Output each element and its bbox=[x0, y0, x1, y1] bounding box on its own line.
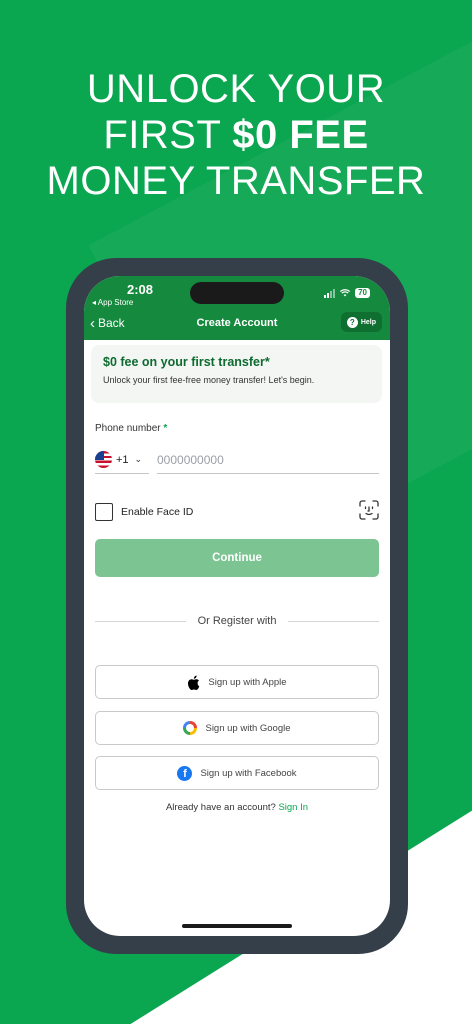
back-to-app-store[interactable]: ◂ App Store bbox=[92, 298, 133, 307]
facebook-icon: f bbox=[177, 765, 193, 781]
or-register-divider: Or Register with bbox=[95, 614, 380, 628]
sign-in-row: Already have an account? Sign In bbox=[84, 802, 390, 813]
back-button[interactable]: ‹ Back bbox=[90, 316, 125, 331]
sign-up-facebook-button[interactable]: f Sign up with Facebook bbox=[95, 756, 379, 790]
phone-frame: 2:08 ◂ App Store 70 ‹ Back Create Accoun… bbox=[66, 258, 408, 954]
sign-up-apple-button[interactable]: Sign up with Apple bbox=[95, 665, 379, 699]
headline-line-2-bold: $0 FEE bbox=[232, 113, 369, 157]
phone-number-label: Phone number * bbox=[95, 423, 167, 434]
sign-in-link[interactable]: Sign In bbox=[278, 802, 308, 813]
sign-up-google-label: Sign up with Google bbox=[205, 722, 291, 734]
divider-text: Or Register with bbox=[197, 615, 277, 627]
status-icons: 70 bbox=[324, 288, 370, 298]
wifi-icon bbox=[340, 289, 351, 297]
dynamic-island bbox=[190, 282, 284, 304]
sign-up-facebook-label: Sign up with Facebook bbox=[200, 767, 297, 779]
country-code-selector[interactable]: +1 ⌄ bbox=[95, 446, 149, 474]
us-flag-icon bbox=[95, 451, 112, 468]
help-label: Help bbox=[360, 318, 376, 326]
back-label: Back bbox=[98, 316, 125, 330]
apple-icon bbox=[188, 675, 200, 690]
phone-screen: 2:08 ◂ App Store 70 ‹ Back Create Accoun… bbox=[84, 276, 390, 936]
face-id-icon bbox=[359, 500, 379, 520]
divider-line-right bbox=[288, 620, 380, 622]
home-indicator[interactable] bbox=[182, 924, 292, 928]
cellular-signal-icon bbox=[324, 288, 336, 298]
chevron-left-icon: ‹ bbox=[90, 314, 95, 332]
status-time: 2:08 bbox=[127, 282, 154, 297]
phone-label-text: Phone number bbox=[95, 423, 161, 434]
promo-subtitle: Unlock your first fee-free money transfe… bbox=[103, 375, 315, 385]
sign-in-prompt: Already have an account? bbox=[165, 802, 279, 813]
app-header: 2:08 ◂ App Store 70 ‹ Back Create Accoun… bbox=[84, 276, 390, 340]
divider-line-left bbox=[95, 620, 186, 622]
headline-line-2-prefix: FIRST bbox=[103, 113, 233, 157]
promo-headline: UNLOCK YOUR FIRST $0 FEE MONEY TRANSFER bbox=[0, 66, 472, 204]
face-id-checkbox[interactable] bbox=[95, 503, 113, 521]
sign-up-apple-label: Sign up with Apple bbox=[208, 676, 287, 688]
headline-line-3: MONEY TRANSFER bbox=[46, 159, 426, 203]
continue-button[interactable]: Continue bbox=[95, 539, 379, 577]
battery-icon: 70 bbox=[355, 288, 370, 298]
nav-bar: ‹ Back Create Account ? Help bbox=[84, 312, 390, 334]
headline-line-2: FIRST $0 FEE bbox=[0, 112, 472, 158]
promo-banner: $0 fee on your first transfer* Unlock yo… bbox=[91, 345, 382, 403]
help-button[interactable]: ? Help bbox=[340, 312, 382, 332]
headline-line-1: UNLOCK YOUR bbox=[86, 67, 386, 111]
help-icon: ? bbox=[346, 316, 358, 328]
country-code: +1 bbox=[116, 453, 129, 466]
sign-up-google-button[interactable]: Sign up with Google bbox=[95, 711, 379, 745]
required-mark: * bbox=[163, 423, 168, 434]
google-icon bbox=[183, 721, 198, 735]
promo-title: $0 fee on your first transfer* bbox=[103, 355, 270, 369]
phone-number-input[interactable] bbox=[157, 446, 379, 474]
chevron-down-icon: ⌄ bbox=[134, 454, 143, 464]
phone-number-row: +1 ⌄ bbox=[95, 446, 379, 474]
face-id-row: Enable Face ID bbox=[95, 500, 379, 522]
face-id-label: Enable Face ID bbox=[121, 506, 194, 518]
